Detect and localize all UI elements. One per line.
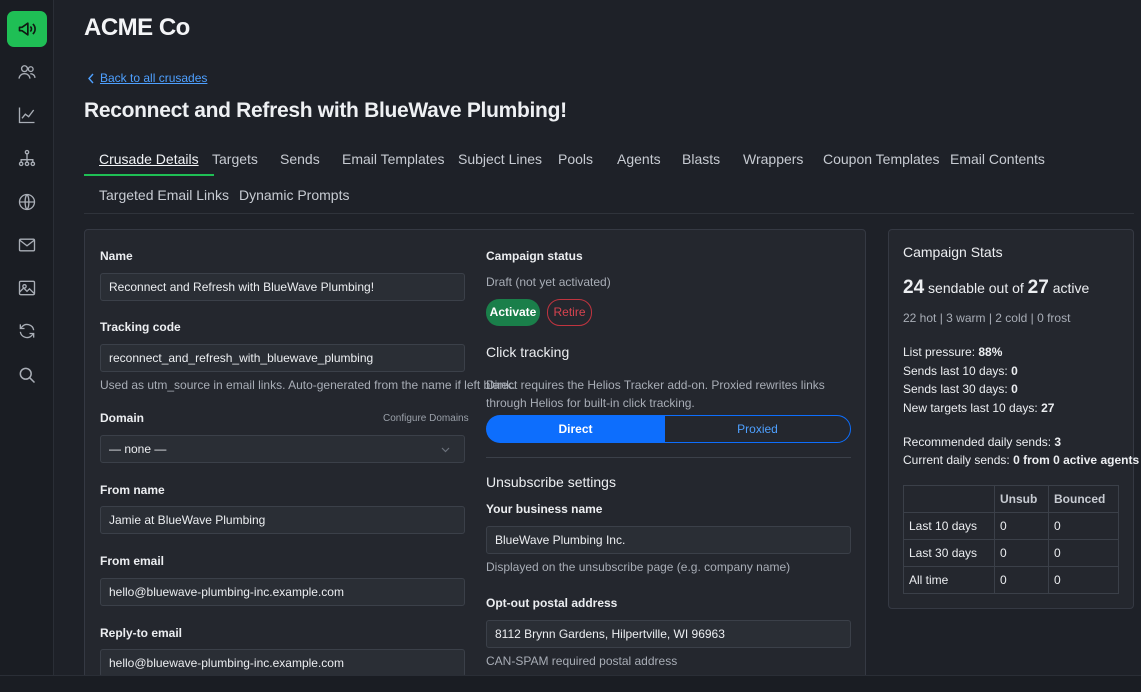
tab-agents[interactable]: Agents	[602, 142, 676, 176]
table-header-row: Unsub Bounced	[903, 485, 1119, 513]
from-name-input[interactable]: Jamie at BlueWave Plumbing	[100, 506, 465, 534]
globe-icon[interactable]	[7, 184, 47, 220]
tab-crusade-details[interactable]: Crusade Details	[84, 142, 214, 176]
sends-last-10-days: Sends last 10 days: 0	[903, 364, 1018, 378]
tab-sends[interactable]: Sends	[265, 142, 335, 176]
postal-address-hint: CAN-SPAM required postal address	[486, 654, 678, 668]
active-text: active	[1052, 280, 1090, 296]
tab-blasts[interactable]: Blasts	[667, 142, 735, 176]
tab-email-contents[interactable]: Email Contents	[935, 142, 1060, 176]
proxied-option[interactable]: Proxied	[664, 415, 851, 443]
table-cell: 0	[1048, 539, 1119, 567]
business-name-hint: Displayed on the unsubscribe page (e.g. …	[486, 560, 791, 574]
stats-title: Campaign Stats	[903, 244, 1003, 260]
retire-button[interactable]: Retire	[547, 299, 592, 326]
name-label: Name	[100, 249, 133, 263]
recommended-daily-sends: Recommended daily sends: 3	[903, 435, 1062, 449]
click-tracking-toggle: Direct Proxied	[486, 415, 851, 443]
unsub-bounce-table: Unsub Bounced Last 10 days 0 0 Last 30 d…	[903, 485, 1119, 594]
campaign-status-label: Campaign status	[486, 249, 583, 263]
network-icon[interactable]	[7, 140, 47, 176]
tab-bar: Crusade Details Targets Sends Email Temp…	[84, 142, 1134, 214]
search-icon[interactable]	[7, 357, 47, 393]
sends-last-30-days: Sends last 30 days: 0	[903, 382, 1018, 396]
tracking-code-input[interactable]: reconnect_and_refresh_with_bluewave_plum…	[100, 344, 465, 372]
page-title: Reconnect and Refresh with BlueWave Plum…	[84, 99, 567, 122]
table-cell: 0	[994, 539, 1049, 567]
list-pressure: List pressure: 88%	[903, 345, 1003, 359]
image-icon[interactable]	[7, 270, 47, 306]
table-cell: Last 10 days	[903, 512, 995, 540]
from-email-input[interactable]: hello@bluewave-plumbing-inc.example.com	[100, 578, 465, 606]
tracking-label: Tracking code	[100, 320, 181, 334]
section-divider	[486, 457, 851, 458]
temperature-breakdown: 22 hot | 3 warm | 2 cold | 0 frost	[903, 311, 1071, 325]
postal-address-input[interactable]: 8112 Brynn Gardens, Hilpertville, WI 969…	[486, 620, 851, 648]
bottom-bar	[0, 675, 1141, 692]
business-name-input[interactable]: BlueWave Plumbing Inc.	[486, 526, 851, 554]
chart-icon[interactable]	[7, 97, 47, 133]
mail-icon[interactable]	[7, 227, 47, 263]
tracking-hint: Used as utm_source in email links. Auto-…	[100, 378, 516, 392]
table-cell: 0	[994, 512, 1049, 540]
new-targets-last-10-days: New targets last 10 days: 27	[903, 401, 1055, 415]
campaign-status-value: Draft (not yet activated)	[486, 275, 611, 289]
table-cell: All time	[903, 566, 995, 594]
brand-title: ACME Co	[84, 14, 190, 41]
table-header: Unsub	[994, 485, 1049, 513]
sendable-text: sendable out of	[928, 280, 1024, 296]
refresh-icon[interactable]	[7, 313, 47, 349]
table-header: Bounced	[1048, 485, 1119, 513]
table-row: Last 10 days 0 0	[903, 512, 1119, 540]
click-tracking-description: Direct requires the Helios Tracker add-o…	[486, 378, 825, 410]
reply-to-input[interactable]: hello@bluewave-plumbing-inc.example.com	[100, 649, 465, 677]
table-row: All time 0 0	[903, 566, 1119, 594]
domain-select[interactable]: — none —	[100, 435, 465, 463]
tab-subject-lines[interactable]: Subject Lines	[443, 142, 557, 176]
business-name-label: Your business name	[486, 502, 603, 516]
chevron-down-icon	[441, 447, 450, 453]
megaphone-icon[interactable]	[7, 11, 47, 47]
table-cell: Last 30 days	[903, 539, 995, 567]
tab-dynamic-prompts[interactable]: Dynamic Prompts	[224, 178, 364, 212]
table-row: Last 30 days 0 0	[903, 539, 1119, 567]
sendable-summary: 24 sendable out of 27 active	[903, 277, 1089, 299]
direct-option[interactable]: Direct	[486, 415, 665, 443]
name-input[interactable]: Reconnect and Refresh with BlueWave Plum…	[100, 273, 465, 301]
from-name-label: From name	[100, 483, 165, 497]
tab-targets[interactable]: Targets	[197, 142, 273, 176]
chevron-left-icon	[88, 73, 94, 83]
table-cell: 0	[1048, 512, 1119, 540]
table-header	[903, 485, 995, 513]
tab-pools[interactable]: Pools	[543, 142, 608, 176]
reply-to-label: Reply-to email	[100, 626, 183, 640]
sendable-count: 24	[903, 277, 925, 298]
activate-button[interactable]: Activate	[486, 299, 540, 326]
users-icon[interactable]	[7, 54, 47, 90]
tab-targeted-email-links[interactable]: Targeted Email Links	[84, 178, 244, 212]
tab-wrappers[interactable]: Wrappers	[728, 142, 818, 176]
unsubscribe-heading: Unsubscribe settings	[486, 474, 616, 490]
domain-label: Domain	[100, 411, 145, 425]
domain-select-value: — none —	[109, 442, 167, 456]
tab-coupon-templates[interactable]: Coupon Templates	[808, 142, 954, 176]
postal-address-label: Opt-out postal address	[486, 596, 618, 610]
current-daily-sends: Current daily sends: 0 from 0 active age…	[903, 453, 1140, 467]
table-cell: 0	[1048, 566, 1119, 594]
sidebar	[0, 0, 54, 692]
from-email-label: From email	[100, 554, 165, 568]
back-link[interactable]: Back to all crusades	[87, 71, 207, 85]
table-cell: 0	[994, 566, 1049, 594]
tab-email-templates[interactable]: Email Templates	[327, 142, 459, 176]
back-link-label: Back to all crusades	[100, 71, 208, 85]
active-count: 27	[1027, 277, 1049, 298]
configure-domains-link[interactable]: Configure Domains	[383, 413, 469, 424]
click-tracking-heading: Click tracking	[486, 344, 570, 360]
